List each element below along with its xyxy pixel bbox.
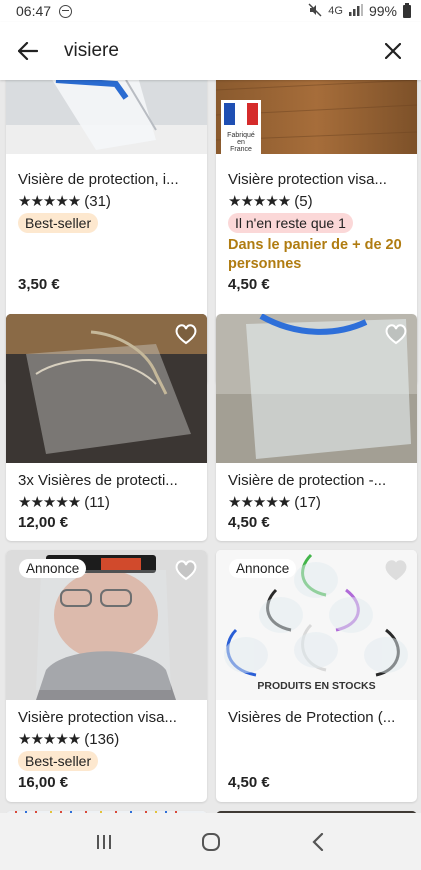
arrow-left-icon[interactable]	[14, 37, 42, 65]
product-grid: Visière de protection, i... ★★★★★ (31) B…	[0, 80, 421, 813]
battery-percent: 99%	[368, 3, 397, 19]
do-not-disturb-icon	[59, 4, 73, 18]
review-count: (31)	[84, 192, 111, 210]
search-bar: visiere	[0, 22, 421, 80]
chevron-left-icon[interactable]	[298, 827, 338, 857]
heart-outline-icon[interactable]	[383, 321, 409, 347]
product-image[interactable]	[6, 80, 207, 154]
ad-label: Annonce	[19, 559, 87, 578]
cart-popularity-note: Dans le panier de + de 20 personnes	[228, 237, 402, 272]
product-title[interactable]: Visière protection visa...	[228, 171, 407, 188]
product-card[interactable]: Annonce Visière protection visa... ★★★★★…	[6, 550, 207, 802]
rating-stars: ★★★★★	[18, 731, 81, 748]
recents-icon[interactable]	[84, 827, 124, 857]
product-image[interactable]: Fabriqué en France	[216, 80, 417, 154]
heart-outline-icon[interactable]	[173, 321, 199, 347]
status-bar: 06:47 4G 99%	[0, 0, 421, 22]
review-count: (5)	[294, 192, 313, 210]
product-card[interactable]: Visière de protection -... ★★★★★ (17) 4,…	[216, 314, 417, 541]
product-rating: ★★★★★ (136)	[18, 730, 120, 749]
bestseller-badge: Best-seller	[18, 751, 99, 771]
heart-outline-icon[interactable]	[173, 557, 199, 583]
product-price: 3,50 €	[18, 276, 60, 293]
rating-stars: ★★★★★	[228, 494, 291, 511]
network-type: 4G	[328, 5, 343, 17]
product-card[interactable]: 3x Visières de protecti... ★★★★★ (11) 12…	[6, 314, 207, 541]
product-title[interactable]: Visière de protection -...	[228, 472, 407, 489]
product-title[interactable]: 3x Visières de protecti...	[18, 472, 197, 489]
image-caption: PRODUITS EN STOCKS	[257, 680, 376, 692]
review-count: (11)	[84, 493, 110, 511]
product-title[interactable]: Visière protection visa...	[18, 709, 197, 726]
search-input[interactable]: visiere	[64, 40, 379, 62]
rating-stars: ★★★★★	[228, 193, 291, 210]
svg-text:en: en	[237, 139, 245, 146]
product-price: 4,50 €	[228, 276, 270, 293]
product-title[interactable]: Visières de Protection (...	[228, 709, 407, 726]
product-rating: ★★★★★ (31)	[18, 192, 111, 211]
mute-icon	[308, 3, 322, 20]
battery-icon	[403, 2, 411, 18]
product-price: 4,50 €	[228, 774, 270, 791]
system-nav-bar	[0, 813, 421, 870]
ad-label: Annonce	[229, 559, 297, 578]
status-time: 06:47	[16, 3, 52, 19]
heart-outline-icon[interactable]	[383, 557, 409, 583]
svg-text:Fabriqué: Fabriqué	[227, 132, 255, 139]
signal-icon	[348, 3, 363, 19]
review-count: (17)	[294, 493, 321, 511]
rating-stars: ★★★★★	[18, 494, 81, 511]
home-icon[interactable]	[191, 827, 231, 857]
product-card[interactable]: PRODUITS EN STOCKS Annonce Visières de P…	[216, 550, 417, 802]
product-price: 16,00 €	[18, 774, 69, 791]
product-rating: ★★★★★ (17)	[228, 493, 321, 512]
close-icon[interactable]	[379, 37, 407, 65]
product-price: 12,00 €	[18, 514, 69, 531]
low-stock-badge: Il n'en reste que 1	[228, 213, 353, 233]
svg-text:France: France	[230, 146, 252, 153]
rating-stars: ★★★★★	[18, 193, 81, 210]
review-count: (136)	[84, 730, 120, 748]
product-rating: ★★★★★ (5)	[228, 192, 313, 211]
product-title[interactable]: Visière de protection, i...	[18, 171, 197, 188]
product-price: 4,50 €	[228, 514, 270, 531]
product-rating: ★★★★★ (11)	[18, 493, 110, 512]
bestseller-badge: Best-seller	[18, 213, 99, 233]
